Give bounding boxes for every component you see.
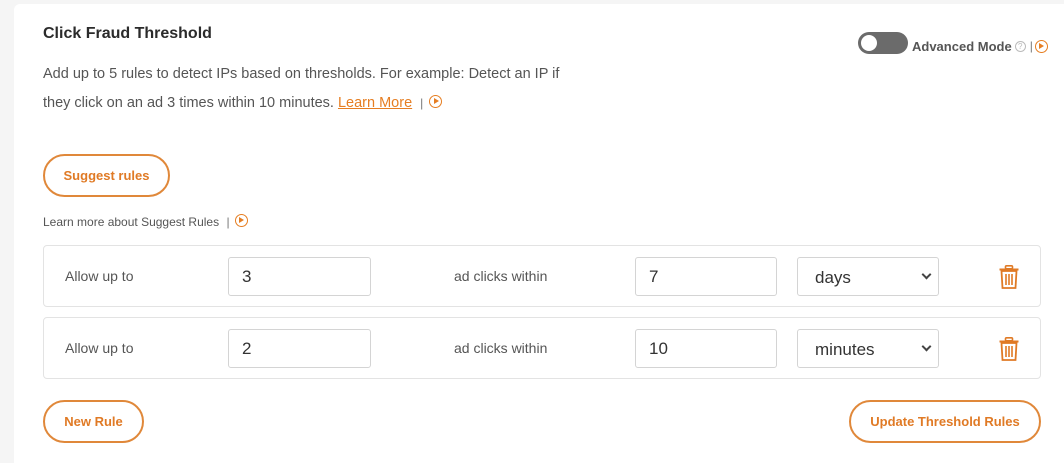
rule-prefix-label: Allow up to (65, 340, 134, 356)
description: Add up to 5 rules to detect IPs based on… (43, 60, 563, 118)
time-unit-value: minutes (815, 340, 875, 359)
advanced-mode-toggle[interactable] (858, 32, 908, 54)
time-window-input[interactable]: 10 (635, 329, 777, 368)
learn-suggest-text: Learn more about Suggest Rules (43, 215, 220, 229)
play-circle-icon[interactable] (1034, 39, 1048, 53)
separator: | (1029, 39, 1033, 53)
advanced-mode: Advanced Mode ? | (858, 32, 1048, 54)
play-circle-icon[interactable] (234, 214, 248, 227)
learn-suggest-rules: Learn more about Suggest Rules | (43, 214, 248, 229)
learn-more-link[interactable]: Learn More (338, 95, 412, 111)
click-count-input[interactable]: 3 (228, 257, 371, 296)
advanced-mode-label: Advanced Mode (912, 38, 1012, 54)
rule-middle-label: ad clicks within (454, 340, 548, 356)
chevron-down-icon (921, 269, 932, 280)
update-threshold-rules-button[interactable]: Update Threshold Rules (849, 400, 1041, 443)
rule-row: Allow up to 2 ad clicks within 10 minute… (43, 317, 1041, 379)
page-title: Click Fraud Threshold (43, 25, 212, 42)
separator: | (420, 96, 424, 110)
rule-middle-label: ad clicks within (454, 268, 548, 284)
time-unit-value: days (815, 268, 851, 287)
question-circle-icon[interactable]: ? (1014, 40, 1026, 52)
toggle-knob (861, 35, 877, 51)
chevron-down-icon (921, 341, 932, 352)
time-unit-select[interactable]: minutes (797, 329, 939, 368)
play-circle-icon[interactable] (429, 95, 443, 108)
trash-icon[interactable] (999, 265, 1019, 289)
separator: | (226, 215, 230, 229)
suggest-rules-button[interactable]: Suggest rules (43, 154, 170, 197)
rule-prefix-label: Allow up to (65, 268, 134, 284)
description-text: Add up to 5 rules to detect IPs based on… (43, 66, 560, 111)
time-unit-select[interactable]: days (797, 257, 939, 296)
new-rule-button[interactable]: New Rule (43, 400, 144, 443)
time-window-input[interactable]: 7 (635, 257, 777, 296)
rule-row: Allow up to 3 ad clicks within 7 days (43, 245, 1041, 307)
click-count-input[interactable]: 2 (228, 329, 371, 368)
trash-icon[interactable] (999, 337, 1019, 361)
